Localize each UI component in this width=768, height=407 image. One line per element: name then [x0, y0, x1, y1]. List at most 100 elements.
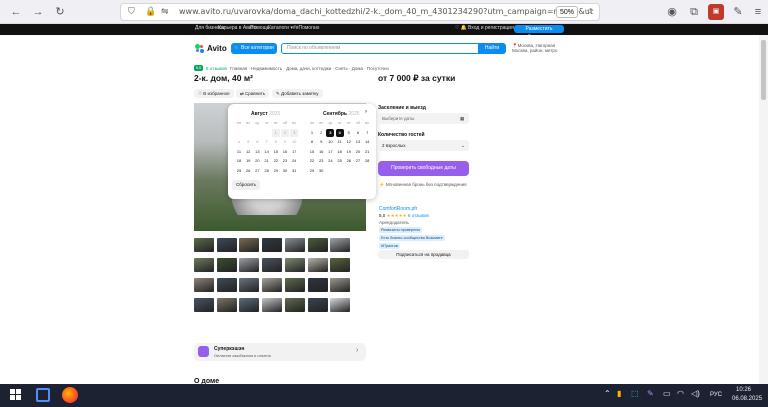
extensions-icon[interactable]: ⧉: [686, 4, 702, 20]
photo-thumbnail[interactable]: [239, 258, 260, 272]
calendar-day[interactable]: 28: [263, 167, 271, 175]
firefox-icon[interactable]: [62, 387, 78, 403]
supercash-banner[interactable]: Суперкэшэн Оплатьте кэшбэклом и опытно ›: [194, 343, 366, 361]
photo-thumbnail[interactable]: [239, 278, 260, 292]
photo-thumbnail[interactable]: [307, 278, 328, 292]
breadcrumb[interactable]: Главная · Недвижимость · Дома, дачи, кот…: [230, 66, 389, 71]
photo-thumbnail[interactable]: [284, 258, 305, 272]
calendar-day[interactable]: 20: [253, 157, 261, 165]
topbar-link-help-campaign[interactable]: #яПомогаю: [293, 25, 319, 31]
reviews-link[interactable]: 6 отзывов: [206, 66, 227, 71]
calendar-day[interactable]: 22: [272, 157, 280, 165]
reload-icon[interactable]: ↻: [52, 4, 68, 20]
calendar-day[interactable]: 25: [336, 157, 344, 165]
photo-thumbnail[interactable]: [284, 298, 305, 312]
calendar-day[interactable]: 9: [281, 138, 289, 146]
calendar-day[interactable]: 10: [290, 138, 298, 146]
calendar-day[interactable]: 21: [363, 148, 371, 156]
calendar-day[interactable]: 30: [281, 167, 289, 175]
photo-thumbnail[interactable]: [262, 238, 283, 252]
bookmark-star-icon[interactable]: ☆: [586, 6, 594, 17]
calendar-day[interactable]: 3: [290, 129, 299, 137]
calendar-day[interactable]: 26: [345, 157, 353, 165]
calendar-day[interactable]: 8: [272, 138, 280, 146]
calendar-day[interactable]: 15: [272, 148, 280, 156]
calendar-day[interactable]: 24: [290, 157, 298, 165]
scrollbar-thumb[interactable]: [761, 40, 766, 100]
tray-app-icon[interactable]: ▮: [617, 389, 621, 398]
photo-thumbnail[interactable]: [330, 258, 351, 272]
calendar-day[interactable]: 2: [317, 129, 325, 137]
reset-button[interactable]: Сбросить: [232, 180, 261, 190]
photo-thumbnail[interactable]: [216, 278, 237, 292]
photo-thumbnail[interactable]: [239, 238, 260, 252]
calendar-day[interactable]: 9: [317, 138, 325, 146]
volume-icon[interactable]: ◁): [691, 389, 700, 398]
location-selector[interactable]: 📍Москва, Нагорная Москва, район, метро: [512, 43, 567, 53]
calendar-day[interactable]: 24: [326, 157, 334, 165]
back-icon[interactable]: ←: [8, 4, 24, 20]
photo-thumbnail[interactable]: [194, 298, 214, 312]
tray-pen-icon[interactable]: ✎: [647, 389, 654, 398]
windows-start-icon[interactable]: [10, 389, 22, 401]
photo-thumbnail[interactable]: [216, 298, 237, 312]
calendar-day[interactable]: 4: [235, 138, 243, 146]
calendar-day[interactable]: 6: [354, 129, 362, 137]
menu-icon[interactable]: ≡: [750, 4, 766, 20]
tray-snip-icon[interactable]: ⬚: [631, 389, 639, 398]
calendar-day[interactable]: 5: [244, 138, 252, 146]
calendar-day[interactable]: 10: [326, 138, 334, 146]
language-indicator[interactable]: РУС: [710, 392, 722, 398]
calendar-day[interactable]: 17: [290, 148, 298, 156]
calendar-day[interactable]: 2: [281, 129, 289, 137]
favorite-button[interactable]: ♡ В избранное: [194, 89, 234, 98]
calendar-day[interactable]: 23: [281, 157, 289, 165]
forward-icon[interactable]: →: [30, 4, 46, 20]
calendar-day[interactable]: 7: [363, 129, 371, 137]
check-dates-button[interactable]: Проверить свободные даты: [378, 161, 469, 176]
calendar-day[interactable]: 28: [363, 157, 371, 165]
photo-thumbnail[interactable]: [216, 238, 237, 252]
calendar-day[interactable]: 14: [263, 148, 271, 156]
topbar-link-help[interactable]: Помощь: [250, 25, 269, 31]
calendar-day[interactable]: 29: [308, 167, 316, 175]
calendar-day[interactable]: 8: [308, 138, 316, 146]
calendar-day[interactable]: 12: [345, 138, 353, 146]
favorites-icon[interactable]: ♡ 🔔: [455, 25, 467, 31]
calendar-day[interactable]: 18: [235, 157, 243, 165]
calendar-day[interactable]: 23: [317, 157, 325, 165]
find-button[interactable]: Найти: [478, 43, 506, 54]
seller-name[interactable]: ComfortRoom.pfr: [379, 206, 417, 212]
add-note-button[interactable]: ✎ Добавить заметку: [272, 89, 323, 98]
photo-thumbnail[interactable]: [284, 238, 305, 252]
calendar-day[interactable]: 13: [253, 148, 261, 156]
calendar-day[interactable]: 26: [244, 167, 252, 175]
photo-thumbnail[interactable]: [194, 278, 214, 292]
calendar-day[interactable]: 11: [235, 148, 243, 156]
calendar-day[interactable]: 22: [308, 157, 316, 165]
calendar-day[interactable]: 25: [235, 167, 243, 175]
photo-thumbnail[interactable]: [307, 298, 328, 312]
photo-thumbnail[interactable]: [194, 238, 214, 252]
post-ad-button[interactable]: Разместить объявление: [514, 25, 564, 40]
photo-thumbnail[interactable]: [330, 238, 351, 252]
photo-thumbnail[interactable]: [216, 258, 237, 272]
tray-network-icon[interactable]: ▭: [663, 389, 671, 398]
photo-thumbnail[interactable]: [330, 278, 351, 292]
sync-icon[interactable]: ✎: [730, 4, 746, 20]
calendar-day[interactable]: 4: [335, 129, 344, 137]
next-month-icon[interactable]: ›: [365, 109, 367, 115]
wifi-icon[interactable]: ◠: [677, 389, 684, 398]
compare-button[interactable]: ⇄ Сравнить: [236, 89, 270, 98]
clock-date[interactable]: 06.08.2025: [732, 396, 762, 402]
photo-thumbnail[interactable]: [262, 298, 283, 312]
login-link[interactable]: Вход и регистрация: [468, 25, 514, 31]
calendar-day[interactable]: 30: [317, 167, 325, 175]
calendar-day[interactable]: 12: [244, 148, 252, 156]
dates-input[interactable]: Выберите даты ▦: [378, 113, 469, 124]
avito-logo-text[interactable]: Avito: [207, 44, 227, 53]
calendar-day[interactable]: 7: [263, 138, 271, 146]
calendar-day[interactable]: 19: [345, 148, 353, 156]
all-categories-button[interactable]: ⁙ Все категории: [231, 43, 277, 54]
addon-icon[interactable]: ▣: [708, 4, 724, 20]
